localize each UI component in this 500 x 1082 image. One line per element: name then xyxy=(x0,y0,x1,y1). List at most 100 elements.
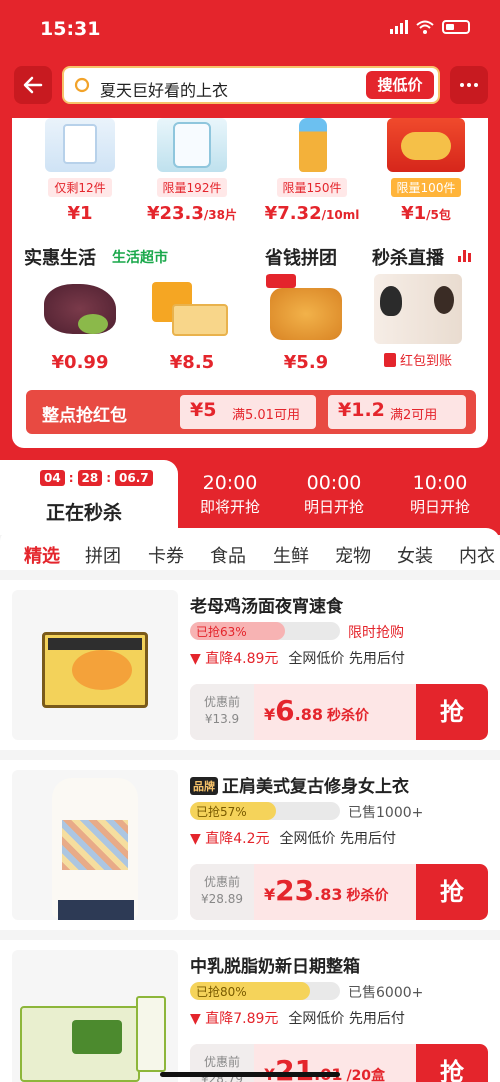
grab-button[interactable]: 抢 xyxy=(416,684,488,740)
sale-price: ¥21.01/20盒 xyxy=(264,1054,386,1082)
stock-badge: 限量192件 xyxy=(156,178,228,197)
product-image xyxy=(12,950,178,1082)
sold-count: 已售1000+ xyxy=(348,805,424,821)
product-title: 品牌 正肩美式复古修身女上衣 xyxy=(190,772,409,797)
sold-progress-bar: 已抢57% xyxy=(190,802,340,820)
down-arrow-icon: ▼ xyxy=(190,831,201,847)
mid-product-lettuce[interactable]: ¥0.99 xyxy=(30,274,130,373)
status-bar: 15:31 xyxy=(0,0,500,60)
category-tab-underwear[interactable]: 内衣 xyxy=(459,542,495,568)
status-time: 15:31 xyxy=(40,18,101,40)
category-tab-coupon[interactable]: 卡券 xyxy=(148,542,184,568)
buy-box: 优惠前 ¥13.9 ¥6.88 秒杀价 抢 xyxy=(190,684,488,740)
search-icon xyxy=(74,77,90,93)
tab-flash-active[interactable]: 04:28:06.7 正在秒杀 xyxy=(0,460,178,535)
signal-icon xyxy=(390,20,408,34)
tab-slot-0000[interactable]: 00:00 明日开抢 xyxy=(284,472,384,517)
grab-button[interactable]: 抢 xyxy=(416,1044,488,1082)
search-input[interactable]: 夏天巨好看的上衣 xyxy=(100,77,228,101)
category-tab-group[interactable]: 拼团 xyxy=(85,542,121,568)
stock-badge: 限量100件 xyxy=(390,178,462,197)
top-product-3[interactable]: 限量150件 ¥7.32/10ml xyxy=(262,118,362,224)
product-price: ¥1 xyxy=(67,203,93,224)
down-arrow-icon: ▼ xyxy=(190,651,201,667)
product-image xyxy=(45,118,115,172)
price-drop: ▼ 直降4.89元 全网低价 先用后付 xyxy=(190,651,405,667)
product-item-noodles[interactable]: 老母鸡汤面夜宵速食 已抢63% 限时抢购 ▼ 直降4.89元 全网低价 先用后付 … xyxy=(0,580,500,750)
search-box[interactable]: 夏天巨好看的上衣 搜低价 xyxy=(62,66,440,104)
sold-progress-bar: 已抢80% xyxy=(190,982,340,1000)
down-arrow-icon: ▼ xyxy=(190,1011,201,1027)
mid-product-snack[interactable]: ¥5.9 xyxy=(256,274,356,373)
mid-product-cake[interactable]: ¥8.5 xyxy=(142,274,242,373)
back-button[interactable] xyxy=(14,66,52,104)
section-title-benefit[interactable]: 实惠生活 xyxy=(24,244,96,270)
product-price: ¥7.32/10ml xyxy=(264,203,360,224)
top-product-2[interactable]: 限量192件 ¥23.3/38片 xyxy=(142,118,242,224)
product-image xyxy=(264,274,348,344)
product-price: ¥1/5包 xyxy=(401,203,451,224)
status-icons xyxy=(390,20,470,34)
product-image xyxy=(12,770,178,920)
nav-bar: 夏天巨好看的上衣 搜低价 xyxy=(0,64,500,108)
category-tab-featured[interactable]: 精选 xyxy=(24,542,60,568)
category-tab-women[interactable]: 女装 xyxy=(397,542,433,568)
sale-price: ¥6.88 秒杀价 xyxy=(264,694,369,727)
product-item-milk[interactable]: 中乳脱脂奶新日期整箱 已抢80% 已售6000+ ▼ 直降7.89元 全网低价 先… xyxy=(0,940,500,1082)
tab-slot-1000[interactable]: 10:00 明日开抢 xyxy=(390,472,490,517)
product-title: 老母鸡汤面夜宵速食 xyxy=(190,597,343,617)
product-price: ¥23.3/38片 xyxy=(146,203,238,224)
product-item-top[interactable]: 品牌 正肩美式复古修身女上衣 已抢57% 已售1000+ ▼ 直降4.2元 全网低价… xyxy=(0,760,500,930)
product-image xyxy=(277,118,347,172)
battery-icon xyxy=(442,20,470,34)
redpacket-icon xyxy=(383,352,396,367)
product-title: 中乳脱脂奶新日期整箱 xyxy=(190,957,360,977)
category-tab-pet[interactable]: 宠物 xyxy=(335,542,371,568)
product-image xyxy=(387,118,465,172)
product-price: ¥8.5 xyxy=(169,352,215,373)
more-menu-button[interactable] xyxy=(450,66,488,104)
price-drop: ▼ 直降7.89元 全网低价 先用后付 xyxy=(190,1011,405,1027)
product-image xyxy=(150,274,234,344)
coupon-1-2[interactable]: ¥1.2 满2可用 xyxy=(328,395,466,429)
price-drop: ▼ 直降4.2元 全网低价 先用后付 xyxy=(190,831,396,847)
product-image xyxy=(157,118,227,172)
hongbao-bar: 整点抢红包 ¥5 满5.01可用 ¥1.2 满2可用 xyxy=(26,390,476,434)
product-price: ¥5.9 xyxy=(283,352,329,373)
product-image xyxy=(38,274,122,344)
more-dots-icon xyxy=(460,83,464,87)
product-list: 老母鸡汤面夜宵速食 已抢63% 限时抢购 ▼ 直降4.89元 全网低价 先用后付 … xyxy=(0,570,500,1082)
top-product-4[interactable]: 限量100件 ¥1/5包 xyxy=(376,118,476,224)
search-low-price-button[interactable]: 搜低价 xyxy=(366,71,434,99)
live-thumbnail xyxy=(374,274,462,344)
category-tabs: 精选 拼团 卡券 食品 生鲜 宠物 女装 内衣 xyxy=(0,542,500,572)
hongbao-title: 整点抢红包 xyxy=(42,406,127,426)
mid-product-live[interactable]: 红包到账 xyxy=(368,274,468,369)
category-tab-fresh[interactable]: 生鲜 xyxy=(273,542,309,568)
wifi-icon xyxy=(416,20,434,34)
category-tab-food[interactable]: 食品 xyxy=(210,542,246,568)
sale-price: ¥23.83 秒杀价 xyxy=(264,874,389,907)
coupon-amount: ¥1.2 xyxy=(338,399,385,421)
product-image xyxy=(12,590,178,740)
buy-box: 优惠前 ¥28.89 ¥23.83 秒杀价 抢 xyxy=(190,864,488,920)
original-price: 优惠前 ¥28.89 xyxy=(190,864,254,920)
grab-button[interactable]: 抢 xyxy=(416,864,488,920)
live-bars-icon xyxy=(458,248,472,262)
brand-badge: 品牌 xyxy=(190,777,218,795)
sold-progress-bar: 已抢63% xyxy=(190,622,340,640)
top-product-1[interactable]: 仅剩12件 ¥1 xyxy=(30,118,130,224)
section-title-live[interactable]: 秒杀直播 xyxy=(372,244,444,270)
back-arrow-icon xyxy=(23,76,43,94)
section-title-group[interactable]: 省钱拼团 xyxy=(265,244,337,270)
stock-badge: 限量150件 xyxy=(276,178,348,197)
stock-badge: 仅剩12件 xyxy=(48,178,112,197)
home-indicator[interactable] xyxy=(160,1072,340,1077)
coupon-amount: ¥5 xyxy=(190,399,217,421)
sale-status: 限时抢购 xyxy=(348,625,404,641)
tab-slot-2000[interactable]: 20:00 即将开抢 xyxy=(180,472,280,517)
countdown-timer: 04:28:06.7 xyxy=(40,470,153,486)
promo-card: 仅剩12件 ¥1 限量192件 ¥23.3/38片 限量150件 ¥7.32/1… xyxy=(12,118,488,448)
coupon-5[interactable]: ¥5 满5.01可用 xyxy=(180,395,316,429)
section-tag-supermarket[interactable]: 生活超市 xyxy=(112,247,168,267)
